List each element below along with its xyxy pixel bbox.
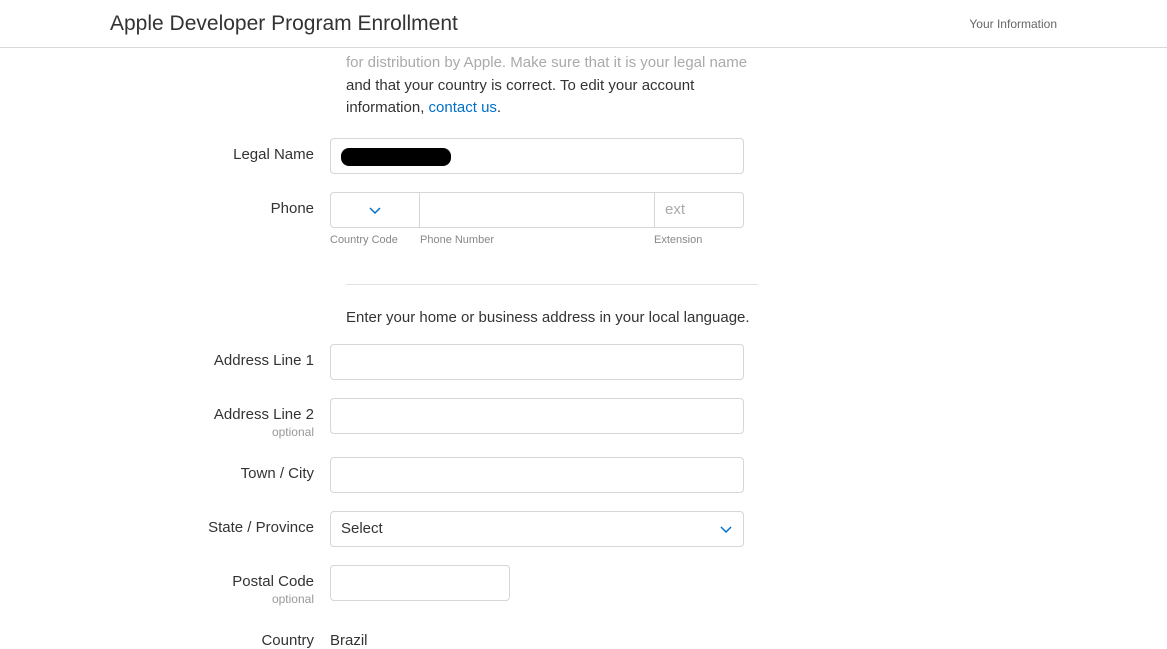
state-row: State / Province Select — [0, 511, 1167, 547]
town-row: Town / City — [0, 457, 1167, 493]
address1-row: Address Line 1 — [0, 344, 1167, 380]
intro-line-3b: . — [497, 99, 501, 116]
phone-sublabels: Country Code Phone Number Extension — [330, 234, 744, 246]
town-city-input[interactable] — [330, 457, 744, 493]
phone-number-sublabel: Phone Number — [420, 234, 654, 246]
breadcrumb-step: Your Information — [969, 17, 1057, 31]
phone-label: Phone — [0, 192, 330, 217]
address-line-2-input[interactable] — [330, 398, 744, 434]
address2-row: Address Line 2 optional — [0, 398, 1167, 439]
page-title: Apple Developer Program Enrollment — [110, 12, 458, 36]
phone-ext-input[interactable] — [654, 192, 744, 228]
town-label: Town / City — [0, 457, 330, 482]
country-value: Brazil — [330, 624, 744, 649]
country-code-sublabel: Country Code — [330, 234, 420, 246]
phone-number-input[interactable] — [420, 192, 654, 228]
state-select-value: Select — [341, 520, 383, 537]
country-row: Country Brazil — [0, 624, 1167, 649]
address2-label: Address Line 2 — [214, 406, 314, 423]
intro-line-3a: information, — [346, 99, 429, 116]
address-intro: Enter your home or business address in y… — [346, 309, 758, 326]
state-label: State / Province — [0, 511, 330, 536]
postal-code-input[interactable] — [330, 565, 510, 601]
legal-name-redacted — [341, 148, 451, 166]
address2-optional: optional — [0, 425, 314, 439]
chevron-down-icon — [719, 522, 733, 536]
postal-row: Postal Code optional — [0, 565, 1167, 606]
form-content: for distribution by Apple. Make sure tha… — [0, 48, 1167, 649]
contact-us-link[interactable]: contact us — [429, 99, 497, 116]
page-header: Apple Developer Program Enrollment Your … — [0, 0, 1167, 48]
address1-label: Address Line 1 — [0, 344, 330, 369]
phone-row: Phone Country Code Phone Number Extensio… — [0, 192, 1167, 246]
address-line-1-input[interactable] — [330, 344, 744, 380]
postal-label: Postal Code — [232, 573, 314, 590]
legal-name-display — [330, 138, 744, 174]
intro-text: for distribution by Apple. Make sure tha… — [346, 52, 758, 120]
postal-optional: optional — [0, 592, 314, 606]
section-divider — [346, 284, 758, 285]
intro-cut-line: for distribution by Apple. Make sure tha… — [346, 52, 758, 75]
country-label: Country — [0, 624, 330, 649]
chevron-down-icon — [368, 203, 382, 217]
intro-line-2: and that your country is correct. To edi… — [346, 77, 694, 94]
country-code-select[interactable] — [330, 192, 420, 228]
legal-name-row: Legal Name — [0, 138, 1167, 174]
extension-sublabel: Extension — [654, 234, 744, 246]
legal-name-label: Legal Name — [0, 138, 330, 163]
state-province-select[interactable]: Select — [330, 511, 744, 547]
